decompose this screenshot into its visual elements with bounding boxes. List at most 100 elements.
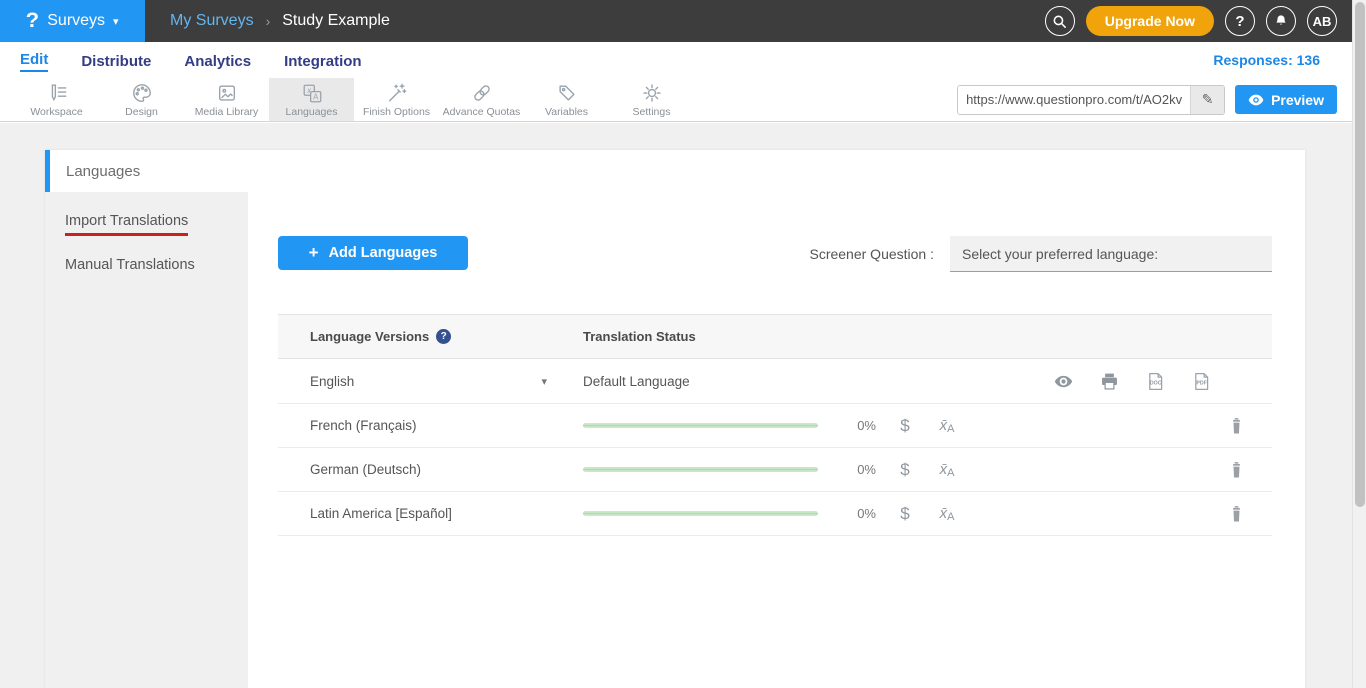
questionpro-logo-icon: ? [26,9,39,33]
delete-language-button[interactable] [1229,461,1272,479]
screener-question-value: Select your preferred language: [962,246,1158,262]
breadcrumb-separator-icon: › [266,13,271,29]
languages-main: + Add Languages Screener Question : Sele… [248,192,1305,688]
preview-label: Preview [1271,92,1324,108]
plus-icon: + [309,243,319,263]
auto-translate-icon[interactable]: x̄A [932,461,962,479]
view-eye-icon[interactable] [1053,371,1074,392]
screener-question-label: Screener Question : [809,246,934,262]
scrollbar-thumb[interactable] [1355,2,1365,507]
toolbar-item-languages[interactable]: x A Languages [269,78,354,121]
table-header-row: Language Versions ? Translation Status [278,314,1272,359]
toolbar-item-finish-options[interactable]: Finish Options [354,78,439,121]
toolbar-item-workspace[interactable]: Workspace [14,78,99,121]
toolbar-item-variables[interactable]: Variables [524,78,609,121]
sidebar-item-label: Import Translations [65,213,188,236]
table-row-default-language: English ▾ Default Language [278,359,1272,404]
sidebar-item-manual-translations[interactable]: Manual Translations [45,246,248,283]
chain-link-icon [471,82,493,104]
preview-button[interactable]: Preview [1235,85,1337,114]
survey-url-group: ✎ [957,85,1225,115]
paid-translation-icon[interactable]: $ [892,460,918,480]
help-button[interactable]: ? [1225,6,1255,36]
chevron-down-icon: ▾ [113,15,119,28]
toolbar-item-settings[interactable]: Settings [609,78,694,121]
table-row-language: French (Français) 0% $ x̄A [278,404,1272,448]
toolbar-label: Settings [633,106,671,118]
sidebar-item-import-translations[interactable]: Import Translations [45,202,248,246]
search-button[interactable] [1045,6,1075,36]
svg-text:DOC: DOC [1150,380,1162,386]
delete-language-button[interactable] [1229,505,1272,523]
add-languages-button[interactable]: + Add Languages [278,236,468,270]
default-language-status: Default Language [583,374,690,389]
page-content: Languages Import Translations Manual Tra… [0,123,1366,688]
breadcrumb-my-surveys[interactable]: My Surveys [170,12,254,30]
trash-icon [1229,461,1244,479]
survey-url-input[interactable] [958,86,1190,114]
tab-edit[interactable]: Edit [20,49,48,72]
upgrade-now-button[interactable]: Upgrade Now [1086,6,1214,36]
table-row-language: Latin America [Español] 0% $ x̄A [278,492,1272,536]
product-name: Surveys [47,12,105,30]
trash-icon [1229,505,1244,523]
avatar[interactable]: AB [1307,6,1337,36]
toolbar-item-design[interactable]: Design [99,78,184,121]
paid-translation-icon[interactable]: $ [892,504,918,524]
toolbar-item-media-library[interactable]: Media Library [184,78,269,121]
screener-question-select[interactable]: Select your preferred language: [950,236,1272,272]
table-row-language: German (Deutsch) 0% $ x̄A [278,448,1272,492]
toolbar-label: Media Library [195,106,259,118]
breadcrumb: My Surveys › Study Example [145,0,1045,42]
search-icon [1051,13,1068,30]
bell-icon [1273,13,1289,29]
help-badge-icon[interactable]: ? [436,329,451,344]
svg-text:A: A [313,92,319,101]
translation-percent: 0% [846,418,876,433]
screener-question-group: Screener Question : Select your preferre… [809,236,1272,272]
notifications-button[interactable] [1266,6,1296,36]
print-icon[interactable] [1099,371,1120,392]
toolbar-label: Advance Quotas [443,106,521,118]
paid-translation-icon[interactable]: $ [892,416,918,436]
responses-count[interactable]: Responses: 136 [1213,52,1320,68]
translation-progress-bar [583,511,818,516]
card-header: Languages [45,150,1305,192]
workspace-icon [46,82,68,104]
auto-translate-icon[interactable]: x̄A [932,505,962,523]
tag-icon [556,82,578,104]
toolbar-label: Design [125,106,158,118]
languages-card: Languages Import Translations Manual Tra… [45,150,1305,688]
language-name: Latin America [Español] [310,506,452,521]
toolbar-item-advance-quotas[interactable]: Advance Quotas [439,78,524,121]
card-title: Languages [50,163,140,180]
column-translation-status: Translation Status [583,329,696,344]
trash-icon [1229,417,1244,435]
vertical-scrollbar[interactable] [1352,0,1366,688]
toolbar-label: Workspace [30,106,82,118]
toolbar-label: Languages [286,106,338,118]
export-doc-icon[interactable]: DOC [1145,371,1166,392]
tab-distribute[interactable]: Distribute [81,51,151,70]
column-language-versions: Language Versions [310,329,429,344]
delete-language-button[interactable] [1229,417,1272,435]
language-dropdown-caret-icon[interactable]: ▾ [541,375,547,388]
toolbar-label: Variables [545,106,588,118]
survey-nav: Edit Distribute Analytics Integration Re… [0,42,1366,78]
app-logo-menu[interactable]: ? Surveys ▾ [0,0,145,42]
language-name: German (Deutsch) [310,462,421,477]
language-versions-table: Language Versions ? Translation Status E… [278,314,1272,536]
translation-percent: 0% [846,506,876,521]
translation-progress-bar [583,467,818,472]
auto-translate-icon[interactable]: x̄A [932,417,962,435]
export-pdf-icon[interactable]: PDF [1191,371,1212,392]
topbar-actions: Upgrade Now ? AB [1045,0,1352,42]
pencil-icon: ✎ [1202,91,1214,107]
media-library-icon [216,82,238,104]
gear-icon [641,82,663,104]
tab-analytics[interactable]: Analytics [184,51,251,70]
edit-url-button[interactable]: ✎ [1190,86,1224,114]
magic-wand-icon [386,82,408,104]
sidebar-item-label: Manual Translations [65,257,195,273]
tab-integration[interactable]: Integration [284,51,362,70]
